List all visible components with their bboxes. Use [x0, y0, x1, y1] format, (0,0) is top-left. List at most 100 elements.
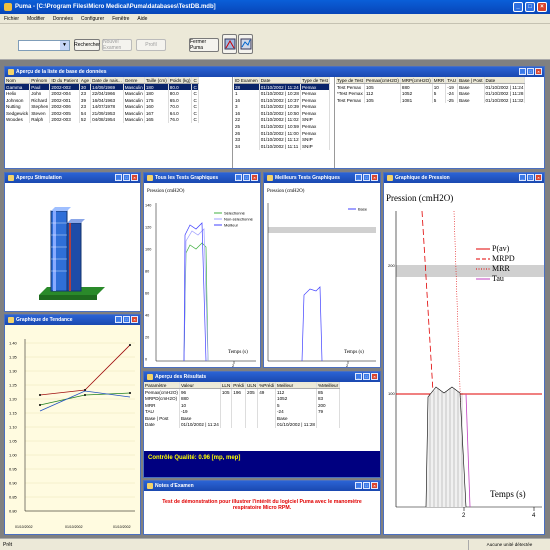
column-header[interactable]: Date [259, 77, 301, 85]
patient-row[interactable]: Woodes Ralph 2002-003 52 04/08/1954 Masculin 1… [5, 116, 199, 124]
column-header[interactable]: TAU [445, 77, 459, 85]
menu-configurer[interactable]: Configurer [81, 16, 104, 22]
maximize-icon[interactable]: □ [363, 482, 370, 489]
table-cell [220, 421, 233, 429]
column-header[interactable]: Genre [123, 77, 145, 85]
close-icon[interactable]: × [371, 174, 378, 181]
minimize-icon[interactable]: _ [355, 174, 362, 181]
maximize-icon[interactable]: □ [363, 174, 370, 181]
column-header[interactable]: MRP(cmH2O) [400, 77, 433, 85]
column-header[interactable]: ID Examen [234, 77, 260, 85]
table-cell: 01/10/2002 | 10:50 [259, 109, 301, 117]
minimize-icon[interactable]: _ [235, 174, 242, 181]
minimize-icon[interactable]: _ [519, 68, 526, 75]
minimize-icon[interactable]: _ [115, 316, 122, 323]
patient-combo[interactable]: ▼ [18, 40, 70, 51]
graph-tool-icon[interactable] [238, 34, 253, 54]
exam-row[interactable]: 28 01/10/2002 | 11:24 Pemax [234, 83, 330, 91]
maximize-icon[interactable]: □ [123, 316, 130, 323]
patient-row[interactable]: Helix John 2002-004 23 22/04/1966 Masculin 180… [5, 90, 199, 97]
column-header[interactable]: Meilleur [275, 382, 317, 390]
column-header[interactable]: Date [484, 77, 526, 85]
patient-row[interactable]: Johnson Richard 2002-001 39 16/04/1963 Mascul… [5, 96, 199, 104]
test-row[interactable]: Test Pemax 105 880 10 -19 Base 01/10/2002 | 11… [336, 83, 526, 91]
column-header[interactable]: Nom [5, 77, 31, 85]
close-icon[interactable]: × [535, 68, 542, 75]
column-header[interactable]: ULN [245, 382, 259, 390]
result-row[interactable]: Pemax(cmH2O) 96 105 196 205 49 112 85 [144, 388, 341, 396]
result-row[interactable]: Base | Post Base Base [144, 414, 341, 422]
menu-aide[interactable]: Aide [137, 16, 147, 22]
maximize-icon[interactable]: □ [123, 174, 130, 181]
test-row[interactable]: Test Pemax 105 1081 5 -25 Base 01/10/2002 | 11… [336, 96, 526, 104]
exam-row[interactable]: 1 01/10/2002 | 10:28 Pemax [234, 90, 330, 97]
column-header[interactable]: %Meilleur [316, 382, 341, 390]
result-row[interactable]: MRR 10 5 200 [144, 401, 341, 409]
column-header[interactable]: Poids (kg) [168, 77, 193, 85]
table-cell: 1052 [400, 90, 433, 97]
maximize-icon[interactable]: □ [243, 174, 250, 181]
close-icon[interactable]: × [371, 482, 378, 489]
column-header[interactable]: Date de nais... [90, 77, 124, 85]
column-header[interactable]: Age [79, 77, 92, 85]
close-icon[interactable]: × [131, 316, 138, 323]
maximize-icon[interactable]: □ [525, 2, 535, 12]
minimize-icon[interactable]: _ [115, 174, 122, 181]
profile-button[interactable]: Profil [136, 39, 166, 51]
patient-row[interactable]: Gamma Paul 2002-002 30 14/09/1969 Masculin 180… [5, 83, 199, 91]
column-header[interactable]: Prédi [231, 382, 247, 390]
column-header[interactable]: Prénom [29, 77, 51, 85]
close-puma-button[interactable]: Fermer Puma [189, 38, 219, 52]
column-header[interactable]: ID du Patient [49, 77, 80, 85]
exam-row[interactable]: 3 01/10/2002 | 10:39 Pemax [234, 103, 330, 110]
patient-row[interactable]: Nutting Stephen 2002-006 23 14/07/1978 Mascul… [5, 103, 199, 110]
column-header[interactable]: %Prédi [257, 382, 277, 390]
result-row[interactable]: MRPD(cmH2O) 880 1052 83 [144, 395, 341, 402]
column-header[interactable]: Pemax(cmH2O) [364, 77, 401, 85]
column-header[interactable]: LLN [220, 382, 233, 390]
exam-row[interactable]: 25 01/10/2002 | 10:59 Pemax [234, 123, 330, 130]
new-exam-button[interactable]: Nouvel Examen [102, 39, 132, 51]
column-header[interactable]: Valeur [179, 382, 221, 390]
result-row[interactable]: TAU -19 -24 79 [144, 408, 341, 415]
column-header[interactable]: Type de Test [300, 77, 330, 85]
column-header[interactable]: MRR [432, 77, 447, 85]
search-button[interactable]: Rechercher [74, 39, 100, 51]
close-icon[interactable]: × [535, 174, 542, 181]
menu-fenetre[interactable]: Fenêtre [112, 16, 129, 22]
exam-row[interactable]: 16 01/10/2002 | 10:37 Pemax [234, 96, 330, 104]
result-row[interactable]: Date 01/10/2002 | 11:24 01/10/2002 | 11:28 [144, 421, 341, 429]
column-header[interactable]: Taille (cm) [144, 77, 169, 85]
exam-row[interactable]: 33 01/10/2002 | 11:12 SNIP [234, 136, 330, 143]
pressure-pane-title: Graphique de Pression [395, 175, 450, 181]
exam-row[interactable]: 26 01/10/2002 | 11:00 Pemax [234, 129, 330, 137]
close-icon[interactable]: × [251, 174, 258, 181]
notes-text[interactable]: Test de démonstration pour illustrer l'i… [144, 491, 380, 519]
maximize-icon[interactable]: □ [527, 174, 534, 181]
chevron-down-icon[interactable]: ▼ [60, 41, 69, 50]
maximize-icon[interactable]: □ [363, 373, 370, 380]
trend-pane-title: Graphique de Tendance [16, 317, 73, 323]
close-icon[interactable]: × [131, 174, 138, 181]
minimize-icon[interactable]: _ [355, 373, 362, 380]
maximize-icon[interactable]: □ [527, 68, 534, 75]
table-cell [231, 414, 247, 422]
column-header[interactable]: Base | Post [457, 77, 485, 85]
test-row[interactable]: *Test Pemax 112 1052 5 -24 Base 01/10/2002 | 1… [336, 90, 526, 97]
patient-row[interactable]: Sedgewick Steven 2002-005 54 21/09/1953 Mascu… [5, 109, 199, 117]
menu-modifier[interactable]: Modifier [27, 16, 45, 22]
close-icon[interactable]: × [537, 2, 547, 12]
exam-row[interactable]: 34 01/10/2002 | 11:11 SNIP [234, 142, 330, 150]
minimize-icon[interactable]: _ [519, 174, 526, 181]
exam-row[interactable]: 16 01/10/2002 | 10:50 Pemax [234, 109, 330, 117]
menu-donnees[interactable]: Données [53, 16, 73, 22]
exam-row[interactable]: 22 01/10/2002 | 11:02 SNIP [234, 116, 330, 124]
close-icon[interactable]: × [371, 373, 378, 380]
puma-tool-icon[interactable] [222, 34, 237, 54]
column-header[interactable]: C [191, 77, 199, 85]
minimize-icon[interactable]: _ [513, 2, 523, 12]
minimize-icon[interactable]: _ [355, 482, 362, 489]
menu-fichier[interactable]: Fichier [4, 16, 19, 22]
column-header[interactable]: Type de Test [336, 77, 365, 85]
column-header[interactable]: Paramètre [144, 382, 180, 390]
